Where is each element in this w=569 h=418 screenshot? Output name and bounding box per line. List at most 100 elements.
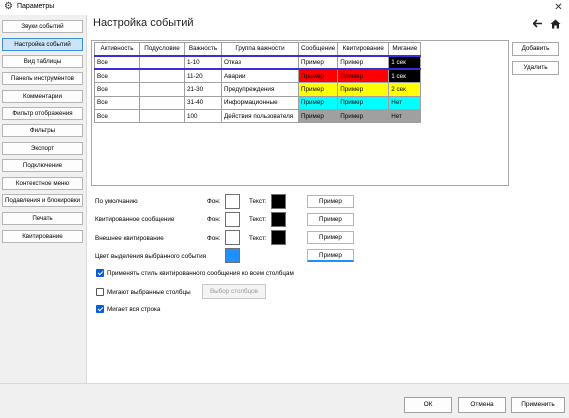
cell-ack-sample[interactable]: Пример [337, 108, 390, 124]
table-row[interactable]: Все 31-40 Информационные Пример Пример Нет [94, 95, 422, 110]
cell-importance[interactable]: 1-10 [184, 54, 222, 71]
cell-importance[interactable]: 31-40 [184, 95, 222, 110]
default-bg-label: Фон: [207, 198, 221, 205]
table-row[interactable]: Все 11-20 Аварии Пример Пример 1 сек [94, 68, 422, 84]
back-arrow-icon[interactable] [533, 19, 543, 29]
cell-blink[interactable]: Нет [388, 108, 422, 124]
sidebar-item-3[interactable]: Панель инструментов [2, 72, 83, 85]
default-text-swatch[interactable] [271, 194, 286, 209]
blink-whole-row-label: Мигает вся строка [107, 306, 161, 313]
apply-ack-style-checkbox[interactable] [96, 269, 104, 277]
column-header-importance-group[interactable]: Группа важности [221, 41, 299, 57]
column-header-acknowledgement[interactable]: Квитирование [337, 41, 390, 57]
sidebar-item-11[interactable]: Печать [2, 212, 83, 225]
blink-whole-row-checkbox[interactable] [96, 305, 104, 313]
cell-activity[interactable]: Все [94, 68, 140, 84]
cell-message-sample[interactable]: Пример [297, 82, 339, 97]
events-table-body: Все 1-10 Отказ Пример Пример 1 сек Все 11-20 Ава… [94, 54, 422, 124]
blink-selected-columns-checkbox[interactable] [96, 288, 104, 296]
add-button[interactable]: Добавить [512, 42, 559, 56]
sidebar-item-8[interactable]: Подключение [2, 159, 83, 172]
default-text-label: Текст: [249, 198, 267, 205]
cell-ack-sample[interactable]: Пример [337, 54, 390, 71]
cell-ack-sample[interactable]: Пример [337, 68, 390, 84]
cell-subcondition[interactable] [139, 54, 185, 71]
selected-row-color-label: Цвет выделения выбранного события [95, 253, 207, 260]
selected-row-preview: Пример [307, 249, 354, 262]
pick-columns-button[interactable]: Выбор столбцов [202, 284, 266, 299]
external-ack-bg-swatch[interactable] [225, 230, 240, 245]
cell-importance-group[interactable]: Аварии [221, 68, 299, 84]
events-table-container: Активность Подусловие Важность Группа ва… [91, 40, 509, 186]
column-header-blink[interactable]: Мигание [388, 41, 422, 57]
cancel-button[interactable]: Отмена [458, 397, 506, 413]
acknowledged-style-label: Квитированное сообщение [95, 216, 175, 223]
cell-subcondition[interactable] [139, 95, 185, 110]
acknowledged-text-swatch[interactable] [271, 212, 286, 227]
cell-importance[interactable]: 100 [184, 108, 222, 124]
sidebar-item-2[interactable]: Вид таблицы [2, 55, 83, 68]
cell-importance[interactable]: 21-30 [184, 82, 222, 97]
column-header-activity[interactable]: Активность [94, 41, 140, 57]
external-ack-text-label: Текст: [249, 235, 267, 242]
cell-importance-group[interactable]: Действия пользователя [221, 108, 299, 124]
sidebar-item-6[interactable]: Фильтры [2, 124, 83, 137]
sidebar-item-7[interactable]: Экспорт [2, 142, 83, 155]
external-ack-bg-label: Фон: [207, 235, 221, 242]
cell-importance-group[interactable]: Отказ [221, 54, 299, 71]
page-title: Настройка событий [93, 17, 194, 29]
cell-subcondition[interactable] [139, 108, 185, 124]
cell-subcondition[interactable] [139, 82, 185, 97]
sidebar-item-10[interactable]: Подавления и блокировки [2, 194, 83, 207]
delete-button[interactable]: Удалить [512, 61, 559, 75]
cell-activity[interactable]: Все [94, 95, 140, 110]
external-ack-style-label: Внешнее квитирование [95, 235, 164, 242]
external-ack-text-swatch[interactable] [271, 230, 286, 245]
sidebar-item-0[interactable]: Звуки событий [2, 20, 83, 33]
cell-message-sample[interactable]: Пример [297, 68, 339, 84]
blink-selected-columns-label: Мигают выбранные столбцы [107, 289, 191, 296]
acknowledged-bg-swatch[interactable] [225, 212, 240, 227]
cell-blink[interactable]: 1 сек [388, 68, 422, 84]
cell-importance-group[interactable]: Информационные [221, 95, 299, 110]
cell-blink[interactable]: 1 сек [388, 54, 422, 71]
sidebar-item-5[interactable]: Фильтр отображения [2, 107, 83, 120]
events-table: Активность Подусловие Важность Группа ва… [94, 41, 422, 124]
cell-message-sample[interactable]: Пример [297, 54, 339, 71]
sidebar-item-9[interactable]: Контекстное меню [2, 177, 83, 190]
cell-message-sample[interactable]: Пример [297, 108, 339, 124]
cell-subcondition[interactable] [139, 68, 185, 84]
cell-importance[interactable]: 11-20 [184, 68, 222, 84]
cell-ack-sample[interactable]: Пример [337, 95, 390, 110]
cell-ack-sample[interactable]: Пример [337, 82, 390, 97]
cell-message-sample[interactable]: Пример [297, 95, 339, 110]
cell-activity[interactable]: Все [94, 54, 140, 71]
window-title: Параметры [17, 3, 55, 10]
cell-activity[interactable]: Все [94, 108, 140, 124]
cell-blink[interactable]: 2 сек [388, 82, 422, 97]
sidebar-item-12[interactable]: Квитирование [2, 230, 83, 243]
sidebar-item-4[interactable]: Комментарии [2, 90, 83, 103]
column-header-message[interactable]: Сообщение [297, 41, 339, 57]
apply-button[interactable]: Применить [511, 397, 565, 413]
selected-row-color-swatch[interactable] [225, 248, 240, 263]
default-style-label: По умолчанию [95, 198, 138, 205]
table-row[interactable]: Все 21-30 Предупреждения Пример Пример 2 сек [94, 82, 422, 97]
column-header-subcondition[interactable]: Подусловие [139, 41, 185, 57]
gear-icon: ⚙ [4, 1, 13, 12]
apply-ack-style-label: Применять стиль квитированного сообщения… [107, 270, 294, 277]
cell-activity[interactable]: Все [94, 82, 140, 97]
home-icon[interactable] [550, 19, 561, 29]
cell-blink[interactable]: Нет [388, 95, 422, 110]
acknowledged-text-label: Текст: [249, 216, 267, 223]
cell-importance-group[interactable]: Предупреждения [221, 82, 299, 97]
column-header-importance[interactable]: Важность [184, 41, 222, 57]
acknowledged-bg-label: Фон: [207, 216, 221, 223]
close-button[interactable]: ✕ [552, 1, 565, 14]
sidebar-item-1[interactable]: Настройка событий [2, 38, 83, 51]
table-row[interactable]: Все 1-10 Отказ Пример Пример 1 сек [94, 54, 422, 71]
title-bar: ⚙ Параметры ✕ [0, 0, 569, 15]
table-row[interactable]: Все 100 Действия пользователя Пример Пример Н… [94, 108, 422, 124]
ok-button[interactable]: ОК [404, 397, 452, 413]
default-bg-swatch[interactable] [225, 194, 240, 209]
